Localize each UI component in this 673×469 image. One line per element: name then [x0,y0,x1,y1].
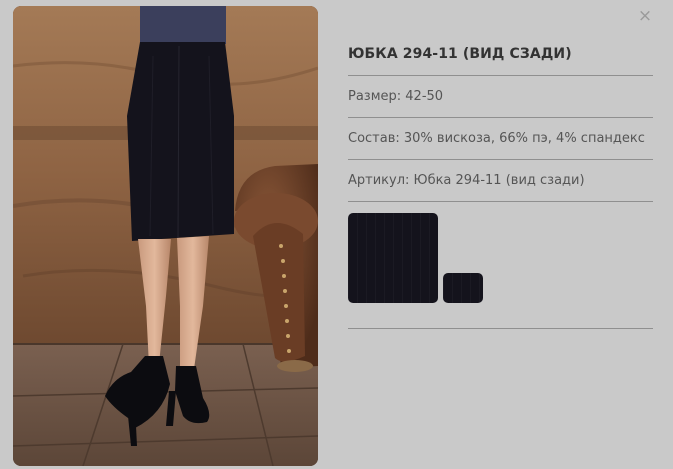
product-photo [13,6,318,466]
swatch-large[interactable] [348,213,438,303]
color-swatches [348,202,653,329]
product-composition: Состав: 30% вискоза, 66% пэ, 4% спандекс [348,118,653,160]
product-size: Размер: 42-50 [348,76,653,118]
product-modal: × ЮБКА 294-11 (ВИД СЗАДИ) Размер: 42-50 … [0,0,673,469]
product-sku: Артикул: Юбка 294-11 (вид сзади) [348,160,653,202]
product-info: ЮБКА 294-11 (ВИД СЗАДИ) Размер: 42-50 Со… [348,34,653,329]
swatch-small[interactable] [443,273,483,303]
close-icon[interactable]: × [636,7,654,25]
product-title: ЮБКА 294-11 (ВИД СЗАДИ) [348,34,653,76]
